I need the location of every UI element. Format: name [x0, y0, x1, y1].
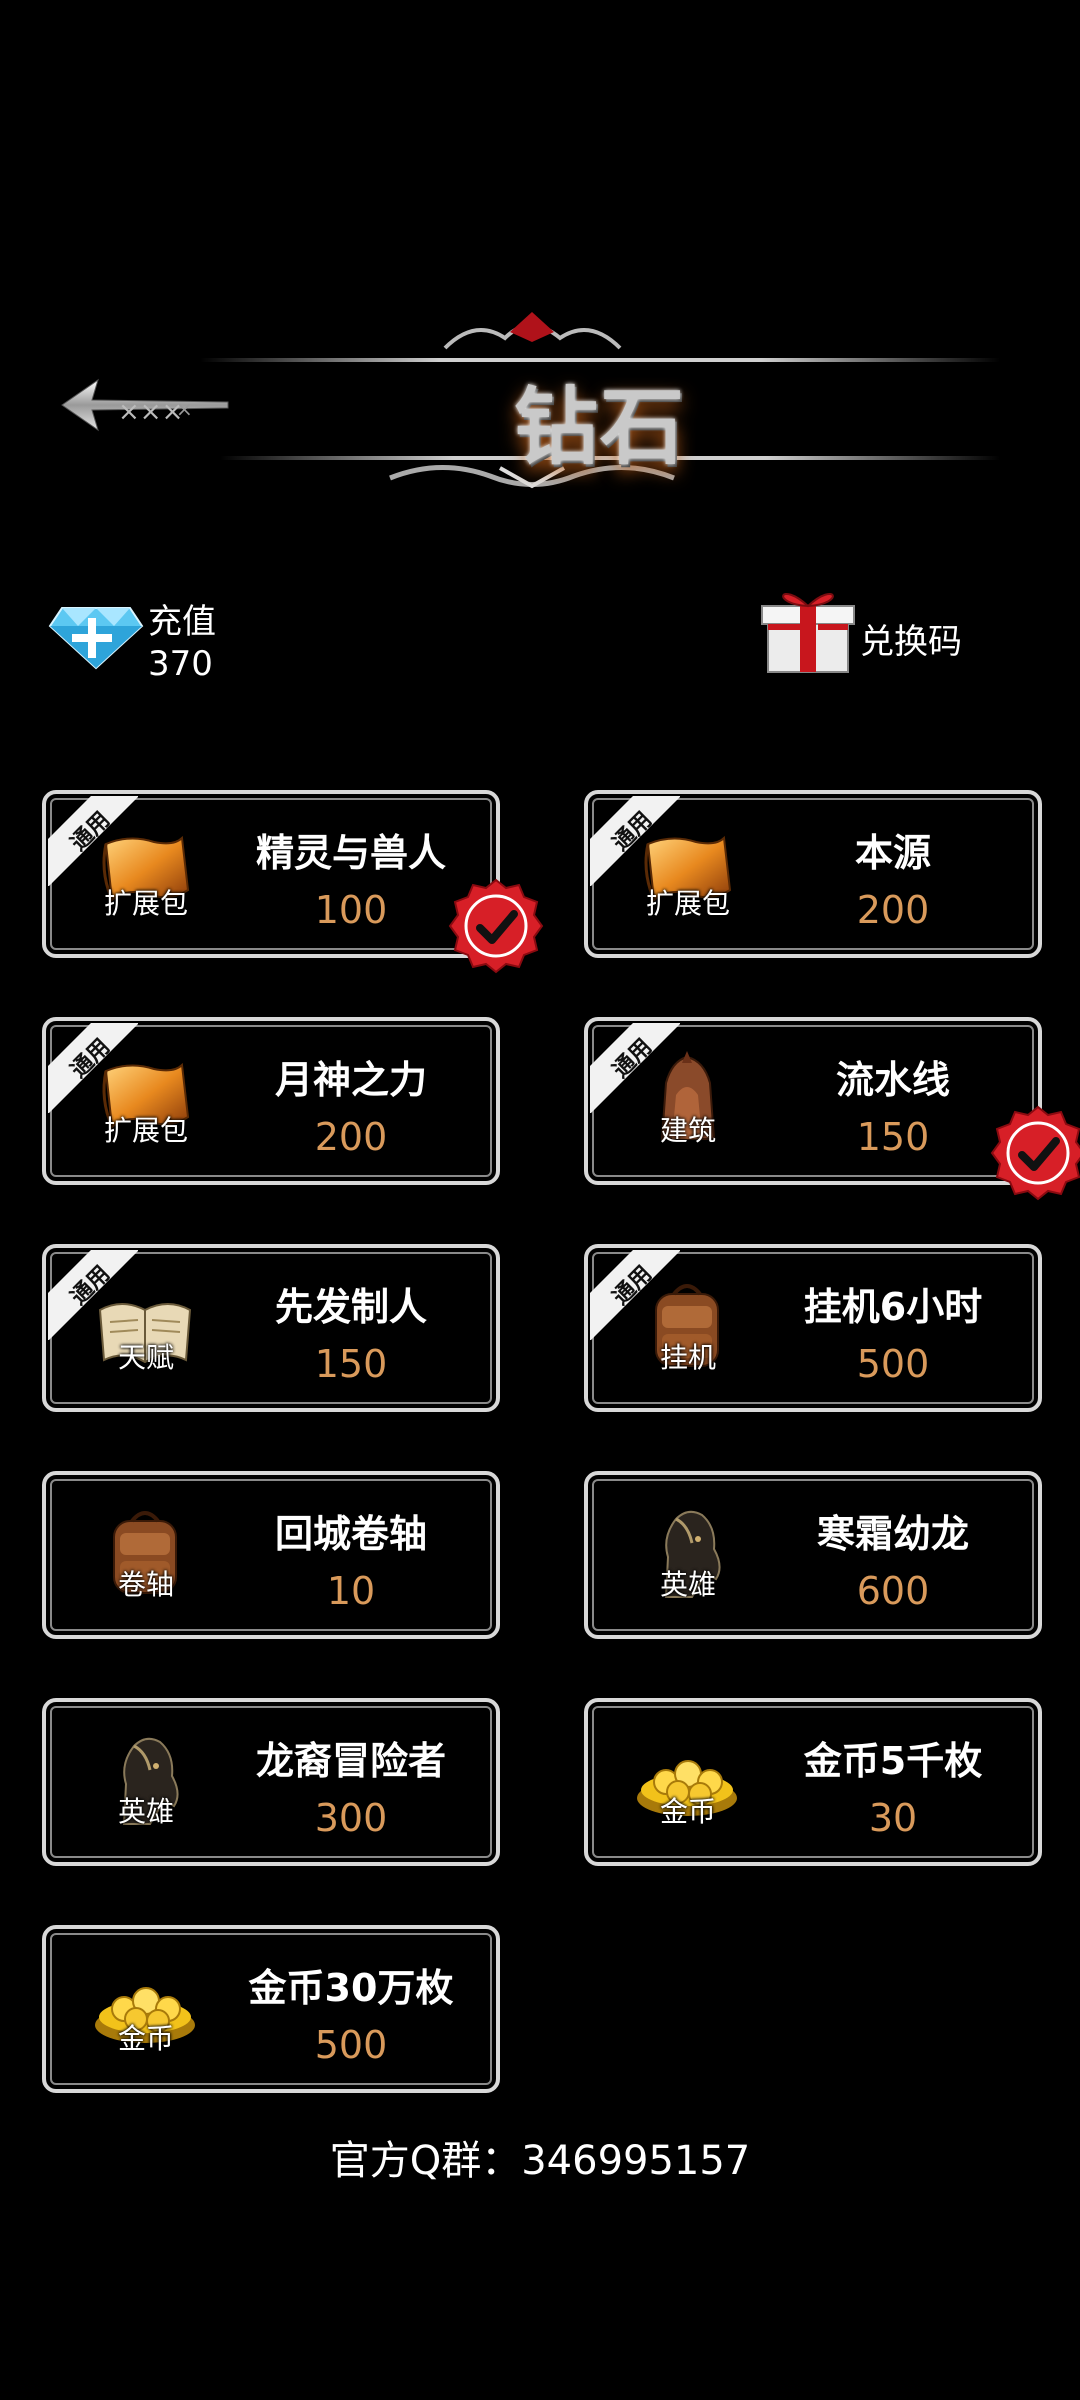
item-price: 30: [868, 1796, 918, 1840]
shop-item-card[interactable]: 通用 挂机 挂机6小时 500: [584, 1244, 1042, 1412]
item-category: 英雄: [659, 1568, 716, 1601]
shop-item-card[interactable]: 通用 扩展包 精灵与兽人 100: [42, 790, 500, 958]
gift-box-icon: [761, 593, 855, 673]
item-category: 卷轴: [117, 1568, 174, 1601]
item-name: 先发制人: [274, 1285, 427, 1329]
shop-item-card[interactable]: 通用 扩展包 本源 200: [584, 790, 1042, 958]
top-bar: 充值 370 兑换码: [0, 580, 1080, 700]
item-name: 流水线: [835, 1058, 950, 1102]
item-category: 天赋: [117, 1341, 174, 1374]
shop-item-card[interactable]: 金币 金币30万枚 500: [42, 1925, 500, 2093]
shop-item-card[interactable]: 卷轴 回城卷轴 10: [42, 1471, 500, 1639]
item-price: 200: [314, 1115, 388, 1159]
owned-check-badge-icon: [448, 878, 544, 974]
item-category: 扩展包: [103, 887, 188, 920]
item-price: 200: [856, 888, 930, 932]
item-category: 扩展包: [103, 1114, 188, 1147]
svg-text:×××: ×××: [118, 397, 183, 427]
official-qq-group: 官方Q群：346995157: [329, 2138, 751, 2184]
item-category: 英雄: [117, 1795, 174, 1828]
item-name: 回城卷轴: [274, 1512, 427, 1556]
item-name: 本源: [854, 831, 931, 875]
item-category: 金币: [117, 2022, 174, 2055]
item-price: 500: [856, 1342, 930, 1386]
diamond-shop-page: ××× × 钻石 充值 370 兑换码 通用 扩展包 精灵与兽人 100 通用 …: [0, 0, 1080, 2400]
owned-check-badge-icon: [990, 1105, 1080, 1201]
shop-item-card[interactable]: 通用 天赋 先发制人 150: [42, 1244, 500, 1412]
item-price: 150: [314, 1342, 388, 1386]
item-name: 月神之力: [274, 1058, 427, 1102]
item-name: 寒霜幼龙: [816, 1512, 969, 1556]
item-price: 300: [314, 1796, 388, 1840]
recharge-label: 充值: [148, 602, 216, 642]
item-name: 精灵与兽人: [255, 831, 446, 875]
shop-item-card[interactable]: 英雄 龙裔冒险者 300: [42, 1698, 500, 1866]
svg-text:×: ×: [176, 397, 193, 421]
header: ××× × 钻石: [0, 300, 1080, 500]
item-category: 扩展包: [645, 887, 730, 920]
item-name: 龙裔冒险者: [255, 1739, 446, 1783]
item-category: 建筑: [659, 1114, 716, 1147]
item-category: 挂机: [659, 1341, 716, 1374]
item-price: 10: [326, 1569, 376, 1613]
recharge-button[interactable]: 充值 370: [48, 588, 268, 688]
item-name: 金币5千枚: [803, 1739, 983, 1783]
redeem-code-button[interactable]: 兑换码: [760, 580, 1000, 680]
item-name: 挂机6小时: [803, 1285, 983, 1329]
shop-item-card[interactable]: 英雄 寒霜幼龙 600: [584, 1471, 1042, 1639]
page-title: 钻石: [513, 377, 686, 476]
item-price: 500: [314, 2023, 388, 2067]
shop-item-card[interactable]: 通用 建筑 流水线 150: [584, 1017, 1042, 1185]
diamond-balance: 370: [148, 644, 213, 684]
diamond-plus-icon: [48, 607, 144, 670]
title-banner: 钻石: [200, 308, 1000, 498]
item-name: 金币30万枚: [248, 1966, 454, 2010]
redeem-code-label: 兑换码: [860, 622, 962, 662]
shop-item-card[interactable]: 金币 金币5千枚 30: [584, 1698, 1042, 1866]
shop-item-card[interactable]: 通用 扩展包 月神之力 200: [42, 1017, 500, 1185]
item-category: 金币: [659, 1795, 716, 1828]
item-price: 600: [856, 1569, 930, 1613]
